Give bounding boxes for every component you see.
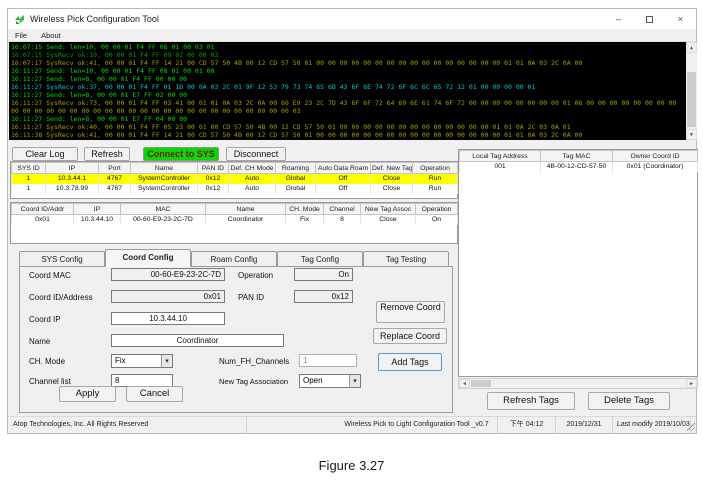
log-line: 16:11:27 SysRecv ok:37, 00 00 01 F4 FF 0… [11,83,536,91]
refresh-button[interactable]: Refresh [84,147,130,161]
new-tag-assoc-label: New Tag Association [219,377,289,386]
tab-strip: SYS Config Coord Config Roam Config Tag … [19,249,449,267]
coord-mac-field: 00-60-E9-23-2C-7D [111,268,225,281]
log-scrollbar[interactable] [686,42,697,140]
log-line: 16:11:27 Send: len=8, 00 00 01 E7 FF 04 … [11,115,188,123]
log-line: 16:11:27 SysRecv ok:73, 00 00 01 F4 FF 0… [11,99,677,115]
coord-id-label: Coord ID/Address [29,293,93,302]
coord-ip-label: Coord IP [29,315,61,324]
clear-log-button[interactable]: Clear Log [12,147,78,161]
num-fh-label: Num_FH_Channels [219,357,290,366]
apply-button[interactable]: Apply [59,386,116,402]
minimize-button[interactable]: – [603,9,634,29]
channel-list-label: Channel list [29,377,71,386]
status-app-version: Wireless Pick to Light Configuration Too… [336,417,498,433]
coord-ip-input[interactable]: 10.3.44.10 [111,312,225,325]
log-line: 16:11:27 Send: len=8, 00 00 01 F4 FF 00 … [11,75,188,83]
operation-label: Operation [238,271,274,280]
figure-caption: Figure 3.27 [318,458,385,473]
log-line: 16:11:27 Send: len=8, 00 00 01 E7 FF 02 … [11,91,188,99]
menu-about[interactable]: About [34,29,68,42]
log-line: 16:07:15 SysRecv ok:10, 00 00 01 F4 FF 0… [11,51,219,59]
maximize-button[interactable] [634,9,665,29]
name-label: Name [29,337,51,346]
coord-table-row[interactable]: 0x01 10.3.44.10 00-60-E9-23-2C-7D Coordinat… [11,214,458,225]
replace-coord-button[interactable]: Replace Coord [373,328,447,344]
log-line: 16:11:27 SysRecv ok:40, 00 00 01 F4 FF 0… [11,123,571,131]
app-window: Wireless Pick Configuration Tool – × Fil… [7,8,698,434]
coord-table-header: Coord ID/Addr IP MAC Name CH. Mode Channel New… [11,203,458,215]
num-fh-field: 1 [299,354,357,367]
new-tag-assoc-dropdown[interactable]: Open [299,374,361,388]
sys-table-row[interactable]: 1 10.3.78.99 4767 SystemController 0x12 Auto G… [11,183,458,194]
sys-table-header: SYS ID IP Port Name PAN ID Def. CH Mode Roamin… [11,162,458,174]
connect-to-sys-button[interactable]: Connect to SYS [143,147,219,161]
log-line: 16:07:17 SysRecv ok:41, 00 00 01 F4 FF 1… [11,59,583,67]
tab-coord-config[interactable]: Coord Config [105,249,191,267]
coord-table: Coord ID/Addr IP MAC Name CH. Mode Channel New… [10,202,458,244]
menu-file[interactable]: File [8,29,34,42]
refresh-tags-button[interactable]: Refresh Tags [487,392,575,410]
name-input[interactable]: Coordinator [111,334,284,347]
operation-field: On [294,268,353,281]
ch-mode-value: Fix [115,356,126,365]
tag-table-row[interactable]: 001 4B-00-12-CD-57-50 0x01 (Coordinator) [459,161,698,172]
close-button[interactable]: × [665,9,696,29]
log-line: 16:11:38 SysRecv ok:41, 00 00 01 F4 FF 1… [11,131,583,139]
app-icon [15,14,24,24]
remove-coord-button[interactable]: Remove Coord [376,301,445,323]
tag-table-header: Local Tag Address Tag MAC Owner Coord ID [459,150,698,162]
sys-table-row[interactable]: 1 10.3.44.1 4767 SystemController 0x12 Auto Gl… [11,173,458,184]
scrollbar-thumb[interactable] [471,380,491,387]
tag-table: Local Tag Address Tag MAC Owner Coord ID 0… [458,149,698,377]
scroll-right-icon[interactable] [686,379,697,388]
disconnect-button[interactable]: Disconnect [226,147,286,161]
pan-id-field: 0x12 [294,290,353,303]
tab-sys-config[interactable]: SYS Config [19,251,105,267]
tab-tag-config[interactable]: Tag Config [277,251,363,267]
coord-mac-label: Coord MAC [29,271,71,280]
log-console: 16:07:15 Send: len=10, 00 00 01 F4 FF 08… [9,42,697,140]
chevron-down-icon[interactable] [161,355,172,367]
scroll-up-icon[interactable] [686,42,697,53]
status-date: 2019/12/31 [556,417,613,433]
ch-mode-dropdown[interactable]: Fix [111,354,173,368]
add-tags-button[interactable]: Add Tags [378,353,442,371]
cancel-button[interactable]: Cancel [126,386,183,402]
new-tag-assoc-value: Open [303,376,323,385]
log-line: 16:07:15 Send: len=10, 00 00 01 F4 FF 08… [11,43,215,51]
scroll-down-icon[interactable] [686,129,697,140]
title-bar: Wireless Pick Configuration Tool – × [8,9,696,29]
scroll-left-icon[interactable] [459,379,470,388]
tag-table-hscrollbar[interactable] [458,378,698,389]
maximize-icon [646,15,653,23]
menu-bar: File About [8,29,696,42]
chevron-down-icon[interactable] [349,375,360,387]
coord-id-field: 0x01 [111,290,225,303]
window-title: Wireless Pick Configuration Tool [30,14,159,24]
delete-tags-button[interactable]: Delete Tags [588,392,670,410]
status-last-modify: Last modify 2019/10/03 [613,417,691,433]
status-bar: Atop Technologies, Inc. All Rights Reser… [8,416,696,433]
pan-id-label: PAN ID [238,293,265,302]
status-time: 下午 04:12 [498,417,556,433]
tab-roam-config[interactable]: Roam Config [191,251,277,267]
tab-tag-testing[interactable]: Tag Testing [363,251,449,267]
log-line: 16:11:27 Send: len=10, 00 00 01 F4 FF 08… [11,67,215,75]
status-copyright: Atop Technologies, Inc. All Rights Reser… [9,417,247,433]
scrollbar-thumb[interactable] [687,72,696,127]
ch-mode-label: CH. Mode [29,357,66,366]
sys-table: SYS ID IP Port Name PAN ID Def. CH Mode Roamin… [10,161,458,199]
